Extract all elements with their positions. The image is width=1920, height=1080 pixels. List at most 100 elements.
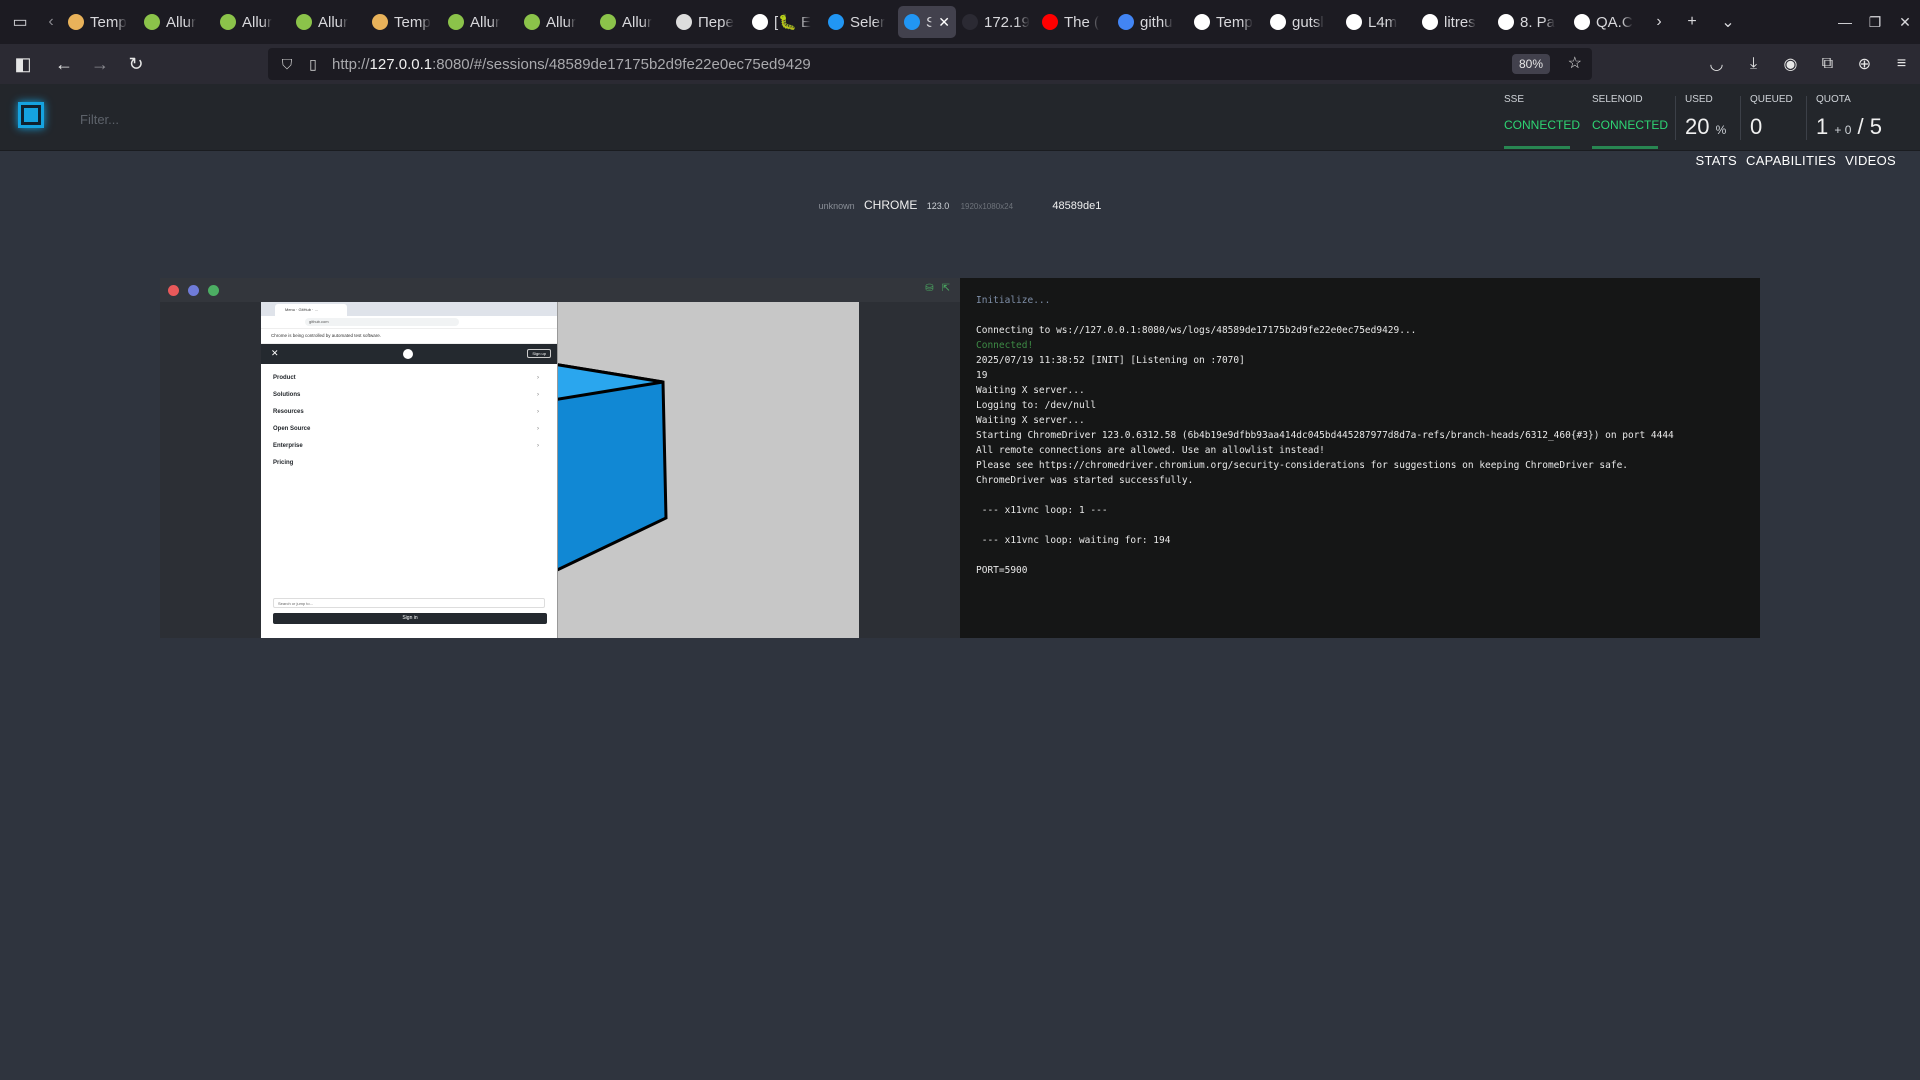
tab-favicon-icon	[1422, 14, 1438, 30]
browser-tab[interactable]: 172.19.0	[956, 6, 1036, 38]
tab-favicon-icon	[1498, 14, 1514, 30]
app-menu-icon[interactable]: ≡	[1883, 55, 1920, 73]
lock-icon[interactable]: ⛁	[925, 283, 933, 294]
log-line: Logging to: /dev/null	[976, 400, 1097, 411]
reload-button[interactable]: ↻	[118, 44, 154, 84]
tab-label: 8. Pa	[1520, 13, 1556, 31]
zoom-level-button[interactable]: 80%	[1511, 54, 1550, 74]
tab-label: Temp	[90, 13, 127, 31]
chevron-right-icon: ›	[537, 426, 539, 432]
videos-link[interactable]: VIDEOS	[1845, 153, 1896, 168]
github-menu-item: Enterprise ›	[273, 438, 547, 455]
browser-tab[interactable]: Allur	[594, 6, 670, 38]
session-platform: unknown	[818, 201, 855, 211]
shield-icon[interactable]: ⛉	[274, 56, 300, 73]
selenoid-logo-icon[interactable]	[18, 102, 44, 128]
browser-tab[interactable]: QA.C	[1568, 6, 1644, 38]
globe-icon[interactable]: ⊕	[1846, 54, 1883, 74]
extensions-icon[interactable]: ⧉	[1809, 55, 1846, 73]
bookmark-star-icon[interactable]: ☆	[1568, 53, 1582, 73]
restore-icon[interactable]: ❐	[1860, 14, 1890, 31]
browser-tab[interactable]: Allur	[138, 6, 214, 38]
browser-tab-strip: ▭ ‹ Temp Allur Allur Allur Temp Allur Allur All…	[0, 0, 1920, 44]
remote-tab-strip: Menu · GitHub · ...	[261, 302, 557, 316]
page-info-icon[interactable]: ▯	[300, 56, 326, 73]
close-window-icon[interactable]: ✕	[1890, 14, 1920, 31]
used-number: 20	[1685, 114, 1710, 139]
url-text[interactable]: http://127.0.0.1:8080/#/sessions/48589de…	[332, 56, 811, 73]
browser-tab[interactable]: Allur	[442, 6, 518, 38]
maximize-dot-icon[interactable]	[208, 285, 219, 296]
queued-value: 0	[1750, 114, 1763, 139]
url-path: :8080/#/sessions/48589de17175b2d9fe22e0e…	[432, 55, 811, 73]
address-bar[interactable]: ⛉ ▯ http://127.0.0.1:8080/#/sessions/485…	[268, 48, 1592, 80]
github-menu-item: Pricing	[273, 455, 547, 472]
log-line: --- x11vnc loop: waiting for: 194	[976, 535, 1171, 546]
filter-input[interactable]	[78, 108, 482, 130]
window-controls: — ❐ ✕	[1830, 0, 1920, 44]
github-menu-item: Product ›	[273, 370, 547, 387]
session-logs[interactable]: Initialize... Connecting to ws://127.0.0.…	[960, 278, 1760, 638]
close-dot-icon[interactable]	[168, 285, 179, 296]
tab-label: 172.19.0	[984, 13, 1030, 31]
tab-label: Allur	[242, 13, 273, 31]
tab-favicon-icon	[600, 14, 616, 30]
tab-favicon-icon	[1118, 14, 1134, 30]
browser-tab[interactable]: Temp	[366, 6, 442, 38]
tab-favicon-icon	[1042, 14, 1058, 30]
minimize-dot-icon[interactable]	[188, 285, 199, 296]
browser-tab[interactable]: githu	[1112, 6, 1188, 38]
quota-label: QUOTA	[1816, 94, 1851, 105]
browser-tab[interactable]: Temp	[1188, 6, 1264, 38]
log-line: Waiting X server...	[976, 385, 1085, 396]
tab-label: Temp	[1216, 13, 1253, 31]
tab-label: Allur	[622, 13, 653, 31]
browser-tab[interactable]: L4m	[1340, 6, 1416, 38]
capabilities-link[interactable]: CAPABILITIES	[1746, 153, 1836, 168]
remote-browser-window[interactable]: Menu · GitHub · ... github.com Chrome is…	[261, 302, 558, 638]
tab-label: The (	[1064, 13, 1100, 31]
fullscreen-icon[interactable]: ⇱	[942, 283, 950, 294]
tab-favicon-icon	[524, 14, 540, 30]
back-button[interactable]: ←	[46, 44, 82, 84]
close-tab-icon[interactable]: ✕	[938, 14, 950, 31]
browser-tab[interactable]: Allur	[290, 6, 366, 38]
browser-tab[interactable]: 8. Pa	[1492, 6, 1568, 38]
log-line: Connecting to ws://127.0.0.1:8080/ws/log…	[976, 325, 1417, 336]
browser-tab[interactable]: Seler	[822, 6, 898, 38]
browser-tab[interactable]: Пере	[670, 6, 746, 38]
sidebar-toggle-icon[interactable]: ◧	[0, 44, 46, 84]
remote-tab: Menu · GitHub · ...	[275, 304, 347, 316]
remote-url: github.com	[305, 318, 459, 326]
selenoid-header: SSE CONNECTED SELENOID CONNECTED USED 20…	[0, 84, 1920, 151]
tab-overview-icon[interactable]: ▭	[0, 0, 40, 44]
browser-tab[interactable]: Allur	[518, 6, 594, 38]
tab-favicon-icon	[220, 14, 236, 30]
minimize-icon[interactable]: —	[1830, 14, 1860, 30]
browser-tab[interactable]: Temp	[62, 6, 138, 38]
account-icon[interactable]: ◉	[1772, 54, 1809, 74]
scroll-tabs-left-icon[interactable]: ‹	[40, 0, 62, 44]
selenoid-indicator-bar	[1592, 146, 1658, 149]
vnc-screen[interactable]: Menu · GitHub · ... github.com Chrome is…	[261, 302, 859, 638]
tab-favicon-icon	[372, 14, 388, 30]
github-menu-label: Pricing	[273, 460, 294, 466]
browser-tab[interactable]: gutsl	[1264, 6, 1340, 38]
tab-label: Allur	[546, 13, 577, 31]
tab-label: L4m	[1368, 13, 1398, 31]
browser-tab[interactable]: Allur	[214, 6, 290, 38]
github-menu-label: Product	[273, 375, 296, 381]
scroll-tabs-right-icon[interactable]: ›	[1644, 0, 1674, 44]
new-tab-icon[interactable]: +	[1674, 0, 1710, 44]
stats-link[interactable]: STATS	[1696, 153, 1737, 168]
downloads-icon[interactable]: ⤓	[1735, 55, 1772, 73]
list-tabs-chevron-icon[interactable]: ⌄	[1710, 0, 1746, 44]
sse-connected: CONNECTED	[1504, 118, 1581, 132]
forward-button[interactable]: →	[82, 44, 118, 84]
browser-tab[interactable]: litres	[1416, 6, 1492, 38]
pocket-icon[interactable]: ◡	[1698, 54, 1735, 74]
browser-tab[interactable]: The (	[1036, 6, 1112, 38]
browser-tab[interactable]: Sel ✕	[898, 6, 956, 38]
session-id: 48589de1	[1052, 200, 1102, 212]
browser-tab[interactable]: [🐛 E	[746, 6, 822, 38]
